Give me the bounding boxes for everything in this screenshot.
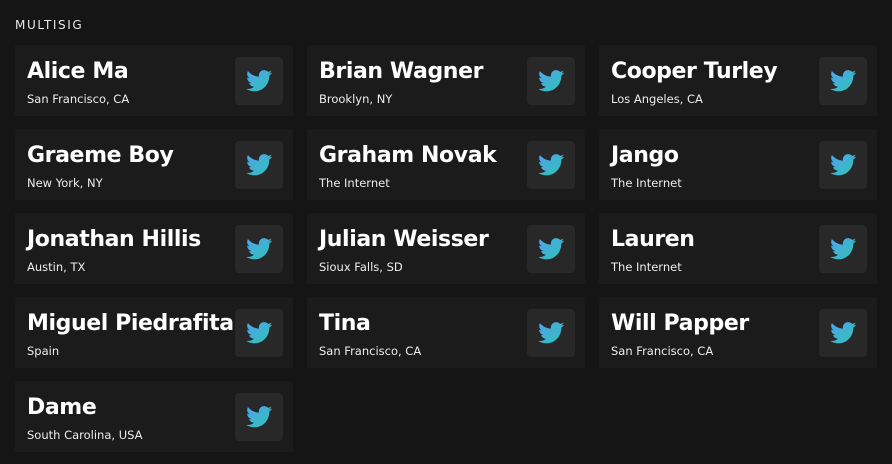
member-name: Brian Wagner	[319, 59, 484, 84]
member-name: Julian Weisser	[319, 227, 489, 252]
member-card: Will Papper San Francisco, CA	[599, 297, 877, 368]
member-name: Lauren	[611, 227, 695, 252]
twitter-link-button[interactable]	[819, 225, 867, 273]
twitter-link-button[interactable]	[527, 225, 575, 273]
member-card: Brian Wagner Brooklyn, NY	[307, 45, 585, 116]
member-card: Julian Weisser Sioux Falls, SD	[307, 213, 585, 284]
member-card: Graeme Boy New York, NY	[15, 129, 293, 200]
member-card: Dame South Carolina, USA	[15, 381, 293, 452]
twitter-link-button[interactable]	[235, 57, 283, 105]
member-location: Los Angeles, CA	[611, 92, 703, 106]
member-card: Alice Ma San Francisco, CA	[15, 45, 293, 116]
twitter-icon	[537, 70, 565, 92]
member-location: San Francisco, CA	[27, 92, 130, 106]
twitter-icon	[245, 238, 273, 260]
twitter-icon	[537, 322, 565, 344]
twitter-icon	[245, 406, 273, 428]
twitter-icon	[829, 322, 857, 344]
member-card: Tina San Francisco, CA	[307, 297, 585, 368]
twitter-link-button[interactable]	[527, 57, 575, 105]
member-card: Miguel Piedrafita Spain	[15, 297, 293, 368]
member-location: Brooklyn, NY	[319, 92, 393, 106]
member-name: Alice Ma	[27, 59, 129, 84]
member-name: Jango	[611, 143, 679, 168]
twitter-link-button[interactable]	[235, 309, 283, 357]
member-card: Jonathan Hillis Austin, TX	[15, 213, 293, 284]
twitter-icon	[245, 70, 273, 92]
member-name: Graeme Boy	[27, 143, 174, 168]
member-location: San Francisco, CA	[319, 344, 422, 358]
member-name: Miguel Piedrafita	[27, 311, 234, 336]
twitter-icon	[245, 322, 273, 344]
twitter-icon	[829, 70, 857, 92]
twitter-link-button[interactable]	[819, 57, 867, 105]
member-name: Dame	[27, 395, 97, 420]
member-location: South Carolina, USA	[27, 428, 143, 442]
member-card: Cooper Turley Los Angeles, CA	[599, 45, 877, 116]
member-card: Lauren The Internet	[599, 213, 877, 284]
member-grid: Alice Ma San Francisco, CA Brian Wagner …	[15, 45, 877, 452]
member-name: Will Papper	[611, 311, 749, 336]
member-location: The Internet	[319, 176, 390, 190]
member-location: New York, NY	[27, 176, 103, 190]
twitter-icon	[245, 154, 273, 176]
twitter-link-button[interactable]	[235, 393, 283, 441]
member-location: Sioux Falls, SD	[319, 260, 403, 274]
member-name: Graham Novak	[319, 143, 497, 168]
member-name: Cooper Turley	[611, 59, 778, 84]
member-location: The Internet	[611, 176, 682, 190]
twitter-link-button[interactable]	[527, 141, 575, 189]
twitter-icon	[829, 238, 857, 260]
twitter-link-button[interactable]	[819, 141, 867, 189]
member-location: Spain	[27, 344, 60, 358]
member-card: Jango The Internet	[599, 129, 877, 200]
twitter-link-button[interactable]	[235, 141, 283, 189]
member-name: Jonathan Hillis	[27, 227, 201, 252]
twitter-icon	[537, 238, 565, 260]
twitter-link-button[interactable]	[235, 225, 283, 273]
twitter-icon	[537, 154, 565, 176]
member-card: Graham Novak The Internet	[307, 129, 585, 200]
member-location: The Internet	[611, 260, 682, 274]
section-title: MULTISIG	[15, 18, 84, 32]
twitter-link-button[interactable]	[527, 309, 575, 357]
twitter-link-button[interactable]	[819, 309, 867, 357]
member-location: San Francisco, CA	[611, 344, 714, 358]
member-location: Austin, TX	[27, 260, 86, 274]
member-name: Tina	[319, 311, 371, 336]
twitter-icon	[829, 154, 857, 176]
